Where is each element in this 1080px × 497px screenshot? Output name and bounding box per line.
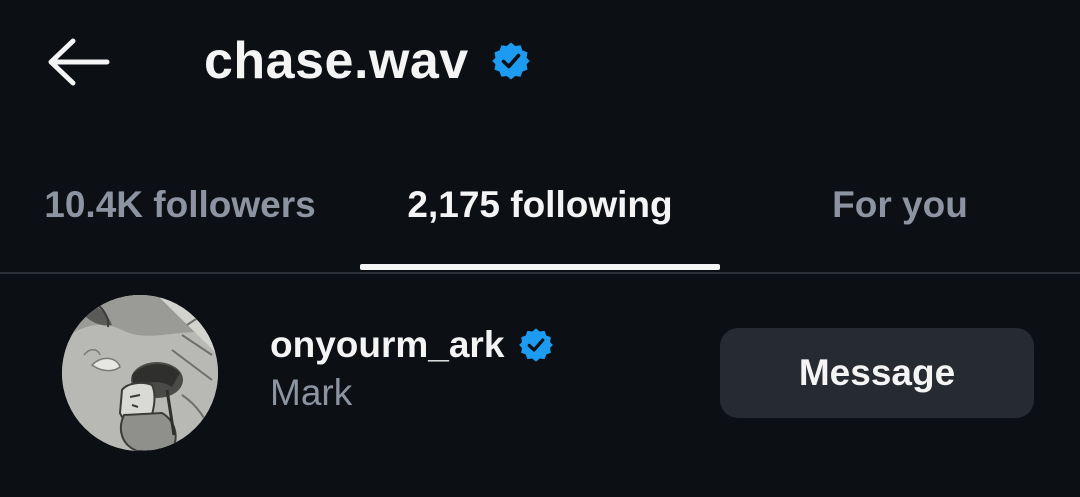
username[interactable]: onyourm_ark bbox=[270, 324, 504, 366]
list-item[interactable]: onyourm_ark Mark Message bbox=[0, 290, 1080, 455]
profile-title: chase.wav bbox=[204, 26, 531, 96]
top-bar: chase.wav bbox=[0, 0, 1080, 125]
active-tab-indicator bbox=[360, 264, 720, 270]
verified-badge-icon bbox=[518, 327, 554, 363]
message-button[interactable]: Message bbox=[720, 328, 1034, 418]
tab-for-you[interactable]: For you bbox=[720, 150, 1080, 272]
tab-for-you-label: For you bbox=[832, 184, 968, 225]
page-title: chase.wav bbox=[204, 32, 469, 90]
tab-followers-label: 10.4K followers bbox=[44, 184, 316, 225]
tab-following[interactable]: 2,175 following bbox=[360, 150, 720, 272]
back-button[interactable] bbox=[36, 26, 120, 98]
tab-followers[interactable]: 10.4K followers bbox=[0, 150, 360, 272]
username-line: onyourm_ark bbox=[270, 320, 554, 370]
follow-tabs: 10.4K followers 2,175 following For you bbox=[0, 150, 1080, 274]
user-info: onyourm_ark Mark bbox=[270, 320, 554, 414]
message-button-label: Message bbox=[798, 352, 956, 393]
display-name: Mark bbox=[270, 372, 353, 413]
avatar-sketch-image bbox=[62, 295, 218, 451]
avatar[interactable] bbox=[62, 295, 218, 451]
arrow-left-icon bbox=[48, 38, 110, 86]
tab-following-label: 2,175 following bbox=[407, 184, 673, 225]
verified-badge-icon bbox=[491, 41, 531, 81]
